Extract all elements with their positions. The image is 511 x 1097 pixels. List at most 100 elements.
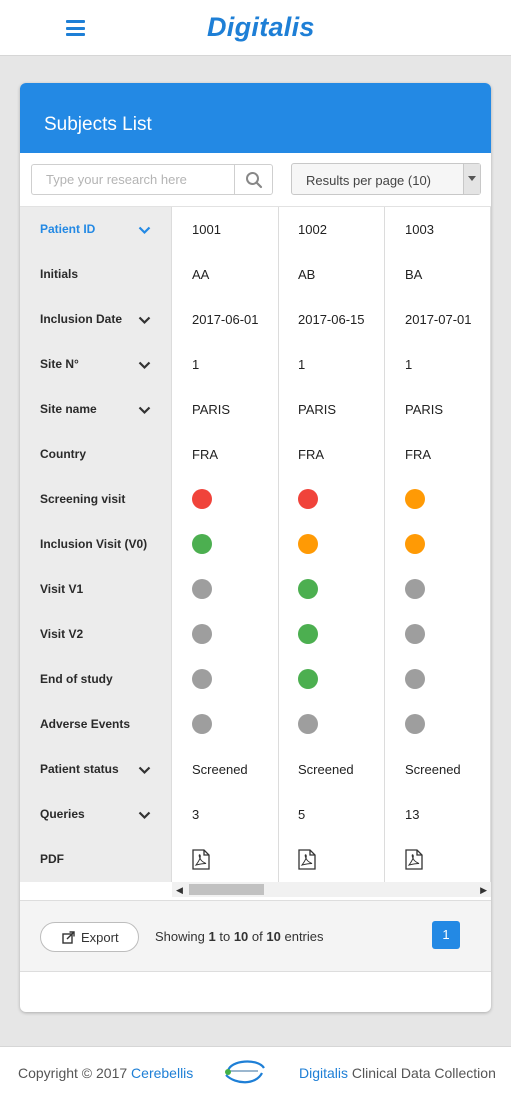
pagination-page-1[interactable]: 1 xyxy=(432,921,460,949)
status-dot-screening-visit[interactable] xyxy=(192,489,212,509)
cell-queries: 13 xyxy=(405,807,420,822)
hamburger-menu-icon[interactable] xyxy=(66,20,85,36)
horizontal-scrollbar[interactable]: ◀ ▶ xyxy=(172,882,491,897)
column-header-inclusion-visit: Inclusion Visit (V0) xyxy=(40,537,148,551)
column-header-pdf-icon: PDF xyxy=(40,852,64,866)
tagline-text: Clinical Data Collection xyxy=(351,1065,496,1081)
scrollbar-thumb[interactable] xyxy=(189,884,264,895)
cell-patient-status: Screened xyxy=(405,762,461,777)
status-dot-visit-v1[interactable] xyxy=(298,579,318,599)
copyright: Copyright © 2017 Cerebellis xyxy=(18,1065,193,1081)
column-header-patient-id[interactable]: Patient ID xyxy=(40,207,95,252)
cell-patient-status: Screened xyxy=(192,762,248,777)
cell-country: FRA xyxy=(298,447,324,462)
top-navbar: Digitalis xyxy=(0,0,511,56)
status-dot-end-of-study[interactable] xyxy=(298,669,318,689)
cell-country: FRA xyxy=(192,447,218,462)
column-header-end-of-study: End of study xyxy=(40,672,113,686)
column-header-site-no[interactable]: Site N° xyxy=(40,342,79,387)
status-dot-adverse-events[interactable] xyxy=(298,714,318,734)
column-header-site-name[interactable]: Site name xyxy=(40,387,97,432)
column-header-inclusion-date[interactable]: Inclusion Date xyxy=(40,297,122,342)
column-header-country: Country xyxy=(40,447,86,461)
entries-to-word: to xyxy=(219,929,231,944)
chevron-down-icon[interactable] xyxy=(138,316,151,325)
status-dot-visit-v1[interactable] xyxy=(405,579,425,599)
status-dot-screening-visit[interactable] xyxy=(405,489,425,509)
subject-column: 1001 AA 2017-06-01 1 PARIS FRA Screened 3 xyxy=(172,207,279,882)
tagline: Digitalis Clinical Data Collection xyxy=(299,1065,496,1081)
results-per-page-select[interactable]: Results per page (10) xyxy=(291,163,481,195)
column-header-queries[interactable]: Queries xyxy=(40,792,85,837)
cell-patient-id[interactable]: 1001 xyxy=(192,207,221,252)
export-button[interactable]: Export xyxy=(40,922,139,952)
cell-inclusion-date: 2017-06-15 xyxy=(298,312,365,327)
export-label: Export xyxy=(81,930,119,945)
chevron-down-icon[interactable] xyxy=(138,226,151,235)
status-dot-screening-visit[interactable] xyxy=(298,489,318,509)
scroll-left-icon[interactable]: ◀ xyxy=(176,885,183,896)
status-dot-adverse-events[interactable] xyxy=(192,714,212,734)
status-dot-visit-v1[interactable] xyxy=(192,579,212,599)
cell-queries: 5 xyxy=(298,807,306,822)
chevron-down-icon[interactable] xyxy=(138,811,151,820)
cell-initials: BA xyxy=(405,267,423,282)
column-header-patient-status[interactable]: Patient status xyxy=(40,747,119,792)
company-link[interactable]: Cerebellis xyxy=(131,1065,193,1081)
cell-site-name: PARIS xyxy=(192,402,231,417)
column-header-visit-v1: Visit V1 xyxy=(40,582,84,596)
column-header-screening-visit: Screening visit xyxy=(40,492,126,506)
status-dot-end-of-study[interactable] xyxy=(405,669,425,689)
chevron-down-icon xyxy=(463,164,480,194)
product-link[interactable]: Digitalis xyxy=(299,1065,348,1081)
search-input[interactable] xyxy=(31,164,236,195)
entries-info-suffix: entries xyxy=(284,929,324,944)
entries-total: 10 xyxy=(266,929,281,944)
subjects-table: Patient ID Initials Inclusion Date Site N° S… xyxy=(20,207,491,897)
pdf-icon[interactable] xyxy=(192,849,210,870)
entries-info: Showing 1 to 10 of 10 entries xyxy=(155,929,324,944)
cell-queries: 3 xyxy=(192,807,200,822)
cell-site-name: PARIS xyxy=(298,402,337,417)
chevron-down-icon[interactable] xyxy=(138,406,151,415)
cell-site-name: PARIS xyxy=(405,402,444,417)
status-dot-visit-v2[interactable] xyxy=(298,624,318,644)
column-header-initials: Initials xyxy=(40,267,79,281)
cell-patient-id[interactable]: 1002 xyxy=(298,207,327,252)
status-dot-adverse-events[interactable] xyxy=(405,714,425,734)
column-header-visit-v2: Visit V2 xyxy=(40,627,84,641)
pdf-icon[interactable] xyxy=(405,849,423,870)
cell-site-no: 1 xyxy=(192,357,200,372)
cell-initials: AA xyxy=(192,267,210,282)
results-per-page-value: Results per page (10) xyxy=(306,173,432,188)
entries-info-prefix: Showing xyxy=(155,929,205,944)
status-dot-inclusion-visit[interactable] xyxy=(298,534,318,554)
copyright-text: Copyright © 2017 xyxy=(18,1065,128,1081)
status-dot-end-of-study[interactable] xyxy=(192,669,212,689)
status-dot-visit-v2[interactable] xyxy=(405,624,425,644)
cell-site-no: 1 xyxy=(298,357,306,372)
chevron-down-icon[interactable] xyxy=(138,766,151,775)
status-dot-inclusion-visit[interactable] xyxy=(192,534,212,554)
status-dot-visit-v2[interactable] xyxy=(192,624,212,644)
app-logo[interactable]: Digitalis xyxy=(207,12,315,43)
chevron-down-icon[interactable] xyxy=(138,361,151,370)
scroll-right-icon[interactable]: ▶ xyxy=(480,885,487,896)
cell-patient-id[interactable]: 1003 xyxy=(405,207,434,252)
pdf-icon[interactable] xyxy=(298,849,316,870)
external-link-icon xyxy=(62,931,75,944)
column-header-adverse-events: Adverse Events xyxy=(40,717,131,731)
cell-country: FRA xyxy=(405,447,431,462)
cell-site-no: 1 xyxy=(405,357,413,372)
status-dot-inclusion-visit[interactable] xyxy=(405,534,425,554)
cerebellis-logo-icon xyxy=(225,1060,265,1084)
header-column: Patient ID Initials Inclusion Date Site N° S… xyxy=(20,207,172,882)
subject-column: 1003 BA 2017-07-01 1 PARIS FRA Screened 13 xyxy=(385,207,491,882)
cell-inclusion-date: 2017-06-01 xyxy=(192,312,259,327)
entries-of-word: of xyxy=(251,929,263,944)
cell-initials: AB xyxy=(298,267,316,282)
search-button[interactable] xyxy=(234,164,273,195)
table-footer: Export Showing 1 to 10 of 10 entries 1 xyxy=(20,900,491,972)
site-footer: Copyright © 2017 Cerebellis Digitalis Cl… xyxy=(0,1046,511,1097)
subjects-card: Subjects List Results per page (10) Pati… xyxy=(20,83,491,1012)
